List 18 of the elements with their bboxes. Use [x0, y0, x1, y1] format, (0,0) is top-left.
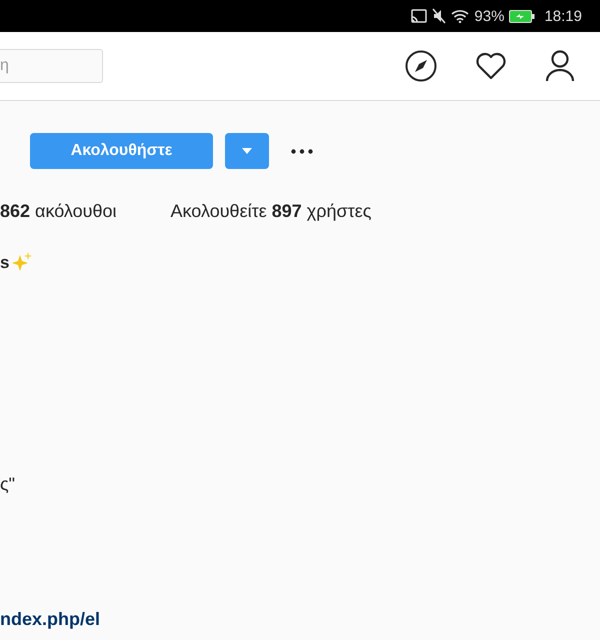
- search-field[interactable]: η: [0, 49, 103, 83]
- heart-icon[interactable]: [475, 52, 507, 80]
- caret-icon: [242, 148, 252, 154]
- mute-icon: [432, 8, 446, 24]
- profile-icon[interactable]: [545, 50, 575, 82]
- profile-name: s: [0, 253, 10, 273]
- stat-text: Ακολουθείτε 897 χρήστες: [170, 201, 372, 222]
- wifi-icon: [451, 9, 470, 23]
- stat-text: 862 ακόλουθοι: [0, 201, 117, 222]
- clock-time: 18:19: [544, 8, 582, 24]
- website-link[interactable]: ndex.php/el: [0, 609, 100, 630]
- compass-icon[interactable]: [405, 50, 437, 82]
- battery-percent: 93%: [474, 8, 504, 24]
- more-icon[interactable]: [291, 148, 313, 154]
- dropdown-button[interactable]: [225, 133, 269, 169]
- cast-icon: [411, 9, 428, 23]
- bio-text: ς": [0, 474, 16, 495]
- battery-icon: [509, 10, 536, 22]
